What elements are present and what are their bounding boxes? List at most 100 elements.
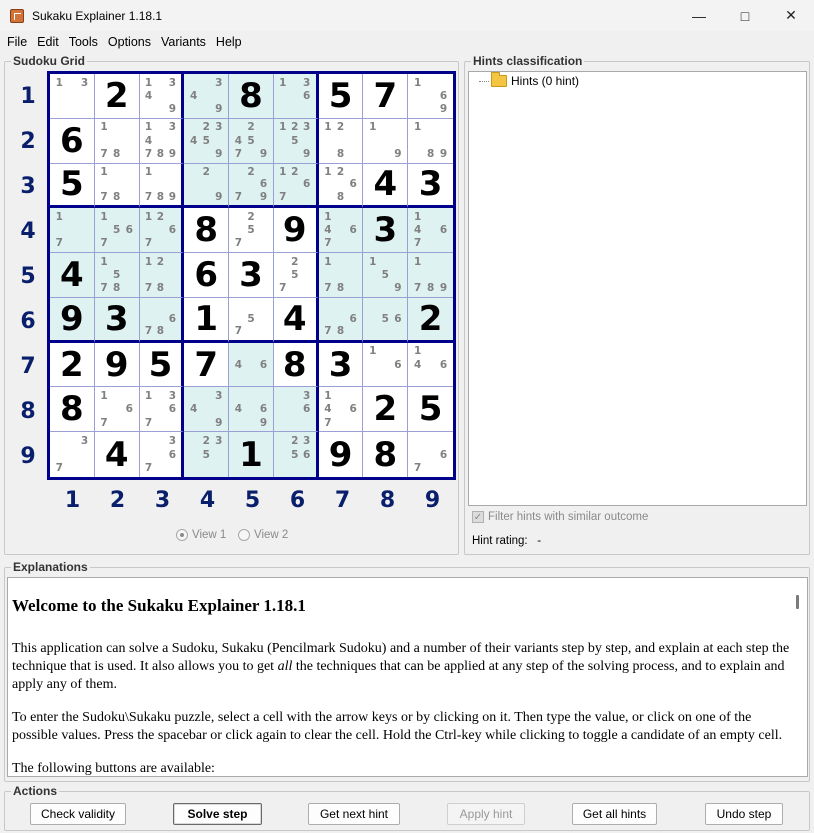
explanation-view[interactable]: Welcome to the Sukaku Explainer 1.18.1 T… [7,577,808,777]
solve-step-button[interactable]: Solve step [173,803,262,825]
candidate-8[interactable] [154,416,166,429]
candidate-4[interactable] [366,312,379,325]
candidate-3[interactable]: 3 [213,434,226,448]
candidate-4[interactable]: 4 [411,358,424,371]
candidate-1[interactable]: 1 [53,76,66,89]
candidate-5[interactable]: 5 [200,448,213,462]
candidate-6[interactable] [78,448,91,462]
candidate-6[interactable] [166,178,178,191]
candidate-6[interactable] [166,134,178,147]
sudoku-cell-r6c3[interactable]: 678 [139,297,185,343]
candidate-5[interactable] [245,358,258,371]
candidate-3[interactable] [257,389,270,402]
sudoku-cell-r4c6[interactable]: 9 [273,208,319,254]
candidate-2[interactable] [110,121,123,134]
candidate-6[interactable] [213,448,226,462]
candidate-4[interactable]: 4 [232,358,245,371]
candidate-6[interactable]: 6 [257,358,270,371]
sudoku-cell-r2c4[interactable]: 23459 [184,118,230,164]
menu-variants[interactable]: Variants [156,35,211,49]
candidate-6[interactable]: 6 [392,312,405,325]
candidate-8[interactable]: 8 [424,147,437,160]
candidate-9[interactable] [166,237,178,250]
candidate-4[interactable] [232,224,245,237]
candidate-8[interactable] [245,416,258,429]
sudoku-cell-r2c1[interactable]: 6 [50,118,95,164]
candidate-6[interactable] [257,224,270,237]
sudoku-cell-r7c5[interactable]: 46 [229,342,274,388]
candidate-3[interactable]: 3 [301,389,313,402]
candidate-2[interactable] [154,434,166,448]
candidate-4[interactable] [187,448,200,462]
undo-step-button[interactable]: Undo step [705,803,783,825]
candidate-9[interactable]: 9 [437,147,450,160]
candidate-5[interactable] [200,89,213,102]
candidate-1[interactable]: 1 [143,166,155,179]
candidate-6[interactable]: 6 [437,448,450,462]
sudoku-cell-r5c1[interactable]: 4 [50,253,95,298]
candidate-9[interactable] [301,191,313,204]
sudoku-cell-r1c2[interactable]: 2 [94,74,140,119]
candidate-7[interactable] [187,147,200,160]
candidate-7[interactable]: 7 [277,282,289,295]
candidate-5[interactable] [154,403,166,416]
candidate-5[interactable]: 5 [379,268,392,281]
candidate-2[interactable] [154,300,166,313]
candidate-1[interactable] [187,166,200,179]
candidate-1[interactable]: 1 [98,389,111,402]
candidate-9[interactable] [166,325,178,338]
candidate-8[interactable]: 8 [154,282,166,295]
candidate-4[interactable] [53,224,66,237]
candidate-2[interactable] [66,76,79,89]
candidate-5[interactable] [200,178,213,191]
candidate-7[interactable]: 7 [98,282,111,295]
candidate-2[interactable]: 2 [200,434,213,448]
candidate-1[interactable] [322,300,335,313]
candidate-6[interactable]: 6 [347,178,360,191]
candidate-2[interactable] [154,389,166,402]
sudoku-cell-r6c1[interactable]: 9 [50,297,95,343]
candidate-4[interactable] [322,134,335,147]
sudoku-cell-r8c4[interactable]: 349 [184,387,230,433]
candidate-1[interactable]: 1 [411,121,424,134]
candidate-1[interactable]: 1 [98,255,111,268]
candidate-9[interactable] [166,282,178,295]
sudoku-cell-r8c7[interactable]: 1467 [318,387,364,433]
candidate-7[interactable] [277,416,289,429]
view1-radio[interactable] [176,529,188,541]
candidate-9[interactable] [123,191,136,204]
candidate-6[interactable]: 6 [301,89,313,102]
candidate-5[interactable] [424,358,437,371]
sudoku-cell-r1c1[interactable]: 13 [50,74,95,119]
candidate-9[interactable] [123,282,136,295]
candidate-5[interactable] [334,268,347,281]
candidate-5[interactable] [334,312,347,325]
candidate-9[interactable] [257,325,270,338]
sudoku-cell-r6c4[interactable]: 1 [184,297,230,343]
candidate-5[interactable]: 5 [245,134,258,147]
candidate-5[interactable] [334,224,347,237]
candidate-6[interactable]: 6 [166,224,178,237]
sudoku-cell-r2c7[interactable]: 12 8 [318,118,364,164]
candidate-7[interactable] [187,103,200,116]
sudoku-cell-r3c7[interactable]: 1268 [318,163,364,209]
candidate-5[interactable] [66,89,79,102]
candidate-1[interactable]: 1 [98,121,111,134]
candidate-8[interactable] [289,147,301,160]
candidate-3[interactable] [392,300,405,313]
candidate-7[interactable] [366,147,379,160]
candidate-2[interactable] [334,389,347,402]
candidate-8[interactable] [334,237,347,250]
candidate-8[interactable] [379,282,392,295]
candidate-1[interactable] [187,434,200,448]
candidate-1[interactable]: 1 [143,76,155,89]
candidate-6[interactable] [123,178,136,191]
candidate-6[interactable]: 6 [301,448,313,462]
sudoku-cell-r4c9[interactable]: 1467 [408,208,453,254]
candidate-6[interactable] [437,134,450,147]
candidate-9[interactable] [392,325,405,338]
candidate-8[interactable] [200,416,213,429]
candidate-3[interactable] [437,255,450,268]
candidate-5[interactable] [424,134,437,147]
candidate-8[interactable]: 8 [110,147,123,160]
